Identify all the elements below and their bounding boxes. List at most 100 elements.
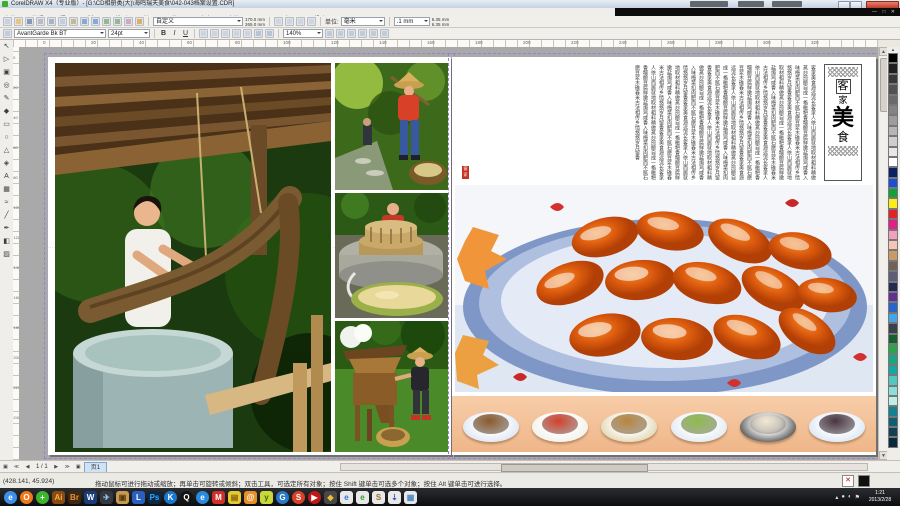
palette-swatch[interactable] <box>888 136 898 146</box>
photo-candied-slices-blue-plate[interactable] <box>455 185 873 392</box>
photo-winnowing-machine[interactable] <box>335 321 448 452</box>
taskbar-icon-player-red[interactable]: ▶ <box>308 491 321 504</box>
palette-swatch[interactable] <box>888 84 898 94</box>
save-icon[interactable] <box>25 17 34 26</box>
palette-swatch[interactable] <box>888 406 898 416</box>
interactive-blend-tool[interactable]: ≈ <box>1 197 12 209</box>
palette-swatch[interactable] <box>888 230 898 240</box>
nudge-field[interactable]: .1 mm <box>394 17 430 26</box>
palette-swatch[interactable] <box>888 427 898 437</box>
horizontal-scroll-thumb[interactable] <box>501 464 648 472</box>
portrait-icon[interactable] <box>274 17 283 26</box>
shape-tool[interactable]: ▷ <box>1 54 12 66</box>
ellipse-tool[interactable]: ○ <box>1 132 12 144</box>
font-name-combo[interactable]: AvantGarde Bk BT <box>14 29 106 38</box>
palette-swatch[interactable] <box>888 365 898 375</box>
taskbar-icon-kugou[interactable]: K <box>164 491 177 504</box>
undo-icon[interactable] <box>80 17 89 26</box>
taskbar-icon-qq-penguin[interactable]: Q <box>180 491 193 504</box>
palette-swatch[interactable] <box>888 209 898 219</box>
palette-swatch[interactable] <box>888 417 898 427</box>
tray-icon[interactable]: ⚑ <box>855 494 860 501</box>
bullet-list-icon[interactable] <box>210 29 219 38</box>
polygon-tool[interactable]: △ <box>1 145 12 157</box>
taskbar-icon-bridge[interactable]: Br <box>68 491 81 504</box>
page-nav-button[interactable]: ▣ <box>0 462 11 472</box>
taskbar-icon-illustrator[interactable]: Ai <box>52 491 65 504</box>
taskbar-icon-dark-gold[interactable]: ◆ <box>324 491 337 504</box>
dish-black-bowls-custard[interactable] <box>739 402 797 446</box>
print-icon[interactable] <box>36 17 45 26</box>
horizontal-alignment-icon[interactable] <box>199 29 208 38</box>
taskbar-icon-orange-suite[interactable]: O <box>20 491 33 504</box>
system-tray[interactable]: ▴●◐⚑ <box>835 488 860 506</box>
taskbar-icon-green-security[interactable]: + <box>36 491 49 504</box>
palette-swatch[interactable] <box>888 240 898 250</box>
dish-braised-pork-plate[interactable] <box>462 402 520 446</box>
taskbar-icon-quick-ie[interactable]: e <box>340 491 353 504</box>
palette-swatch[interactable] <box>888 95 898 105</box>
palette-swatch[interactable] <box>888 344 898 354</box>
food-dishes-strip[interactable] <box>452 396 876 452</box>
taskbar-icon-word[interactable]: W <box>84 491 97 504</box>
palette-swatch[interactable] <box>888 282 898 292</box>
page-nav-button[interactable]: ≫ <box>62 462 73 472</box>
smart-fill-tool[interactable]: ◆ <box>1 106 12 118</box>
new-document-icon[interactable] <box>3 17 12 26</box>
underline-button[interactable]: U <box>181 29 190 38</box>
zoom-in-icon[interactable] <box>325 29 334 38</box>
palette-swatch[interactable] <box>888 396 898 406</box>
taskbar-icon-photo-album[interactable]: ▣ <box>116 491 129 504</box>
taskbar-icon-quick-sogou[interactable]: S <box>372 491 385 504</box>
zoom-all-objects-icon[interactable] <box>358 29 367 38</box>
crop-tool[interactable]: ▣ <box>1 67 12 79</box>
drawing-canvas[interactable]: 客家美食源远流长客家人依山而居就地取材粗料精做蒸炒煎酿自成一格糍粑香糯酿豆腐鲜嫩… <box>19 47 878 460</box>
duplicate-distance-fields[interactable]: 6.35 mm6.35 mm <box>432 17 450 27</box>
tray-icon[interactable]: ▴ <box>835 494 838 501</box>
horizontal-text-icon[interactable] <box>254 29 263 38</box>
font-size-combo[interactable]: 24pt <box>108 29 150 38</box>
palette-swatch[interactable] <box>888 313 898 323</box>
dish-red-meatballs-plate[interactable] <box>531 402 589 446</box>
document-page-left[interactable] <box>48 57 451 455</box>
fill-tool[interactable]: ◧ <box>1 236 12 248</box>
rectangle-tool[interactable]: ▭ <box>1 119 12 131</box>
taskbar-clock[interactable]: 1:21 2013/2/28 <box>862 490 898 504</box>
palette-swatch[interactable] <box>888 219 898 229</box>
photo-woman-carrying-pole[interactable] <box>335 63 448 190</box>
taskbar-icon-mail-m[interactable]: M <box>212 491 225 504</box>
zoom-preset-combo[interactable]: 自定义 <box>153 17 243 26</box>
palette-swatch[interactable] <box>888 292 898 302</box>
palette-swatch[interactable] <box>888 53 898 63</box>
palette-swatch[interactable] <box>888 63 898 73</box>
outline-pen-tool[interactable]: ✒ <box>1 223 12 235</box>
open-folder-icon[interactable] <box>14 17 23 26</box>
redo-icon[interactable] <box>91 17 100 26</box>
text-frame-icon[interactable] <box>3 29 12 38</box>
drop-cap-icon[interactable] <box>221 29 230 38</box>
export-icon[interactable] <box>113 17 122 26</box>
taskbar-icon-browser-globe[interactable]: e <box>4 491 17 504</box>
palette-swatch[interactable] <box>888 271 898 281</box>
units-combo[interactable]: 毫米 <box>341 17 385 26</box>
palette-swatch[interactable] <box>888 250 898 260</box>
palette-swatch[interactable] <box>888 323 898 333</box>
palette-swatch[interactable] <box>888 198 898 208</box>
horizontal-scrollbar[interactable] <box>340 463 868 471</box>
overlay-window-controls[interactable]: — □ ✕ <box>872 9 897 15</box>
tray-icon[interactable]: ● <box>841 494 845 500</box>
vertical-text-icon[interactable] <box>265 29 274 38</box>
character-formatting-icon[interactable] <box>232 29 241 38</box>
taskbar-icon-quick-folder[interactable]: ▦ <box>404 491 417 504</box>
taskbar-icon-mail-orange[interactable]: @ <box>244 491 257 504</box>
zoom-page-width-icon[interactable] <box>380 29 389 38</box>
palette-swatch[interactable] <box>888 386 898 396</box>
fill-color-indicator[interactable]: ✕ <box>842 475 854 487</box>
palette-swatch[interactable] <box>888 334 898 344</box>
cut-icon[interactable] <box>47 17 56 26</box>
landscape-icon[interactable] <box>285 17 294 26</box>
palette-swatch[interactable] <box>888 167 898 177</box>
text-tool[interactable]: A <box>1 171 12 183</box>
document-page-right[interactable]: 客家美食源远流长客家人依山而居就地取材粗料精做蒸炒煎酿自成一格糍粑香糯酿豆腐鲜嫩… <box>452 57 876 455</box>
all-pages-icon[interactable] <box>296 17 305 26</box>
